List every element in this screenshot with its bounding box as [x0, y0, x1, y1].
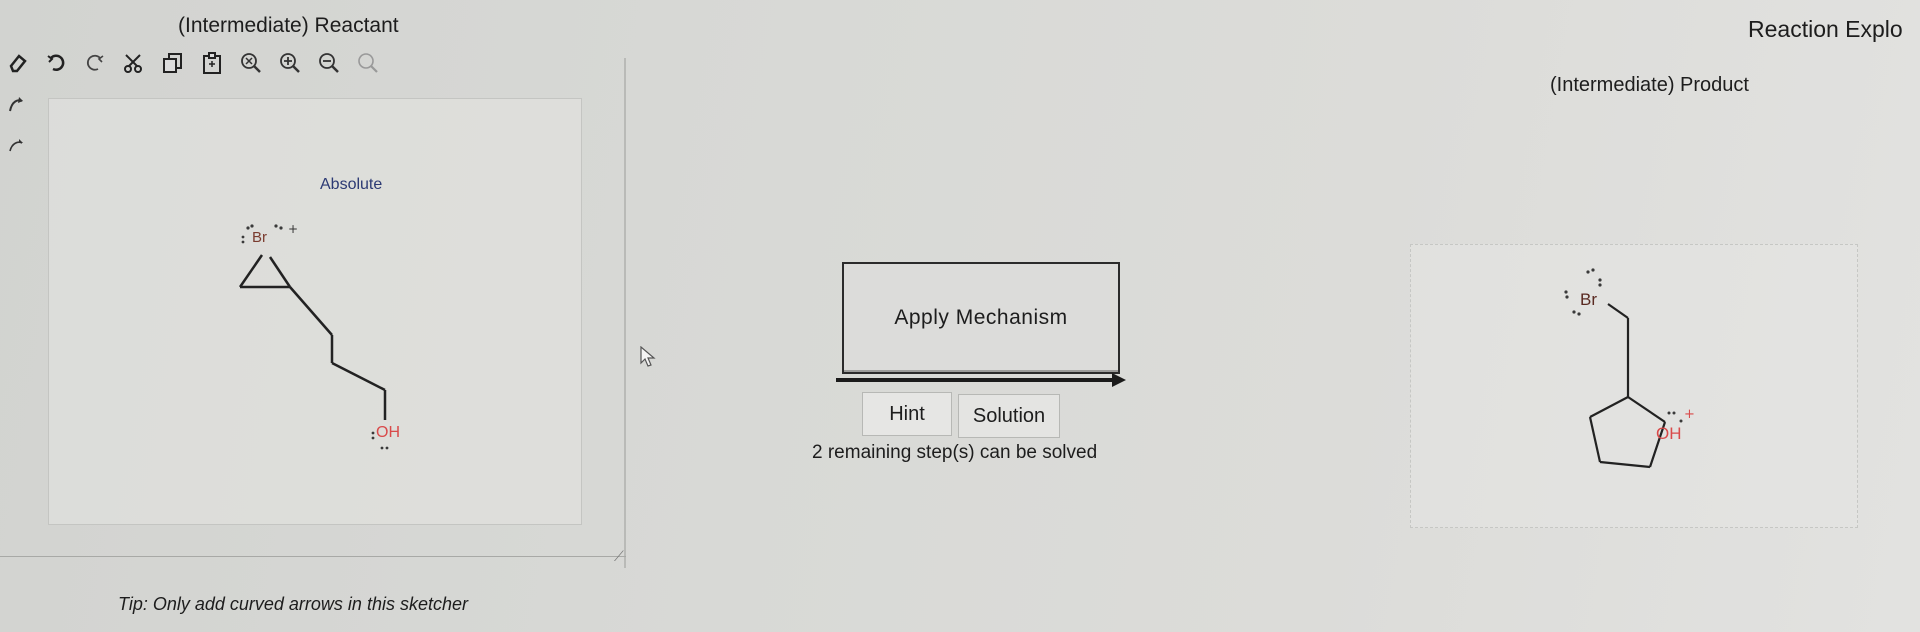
resize-handle-icon[interactable]: ⟋ — [614, 548, 624, 565]
reaction-arrow — [836, 378, 1118, 382]
sketcher-divider — [0, 556, 626, 557]
sketcher-toolbar — [0, 46, 381, 80]
reaction-explorer-title: Reaction Explo — [1748, 16, 1903, 42]
redo-icon[interactable] — [82, 50, 108, 76]
remaining-steps-text: 2 remaining step(s) can be solved — [812, 442, 1098, 463]
curved-arrow-full-icon[interactable] — [4, 84, 30, 124]
product-hydroxyl-atom[interactable]: OH — [1656, 424, 1682, 444]
svg-text:+: + — [1684, 407, 1695, 422]
stereo-label: Absolute — [320, 176, 383, 193]
product-title: (Intermediate) Product — [1550, 74, 1749, 96]
zoom-in-icon[interactable] — [277, 50, 303, 76]
svg-text:+: + — [288, 222, 298, 236]
undo-icon[interactable] — [43, 50, 69, 76]
hint-button[interactable]: Hint — [862, 392, 952, 436]
reactant-molecule[interactable]: + — [220, 215, 420, 455]
solution-label: Solution — [972, 404, 1046, 427]
copy-icon[interactable] — [160, 50, 186, 76]
hint-label: Hint — [889, 402, 925, 425]
curved-arrow-half-icon[interactable] — [4, 124, 30, 164]
product-bromine-atom[interactable]: Br — [1580, 290, 1597, 310]
zoom-out-icon[interactable] — [316, 50, 342, 76]
sketcher-tip: Tip: Only add curved arrows in this sket… — [118, 594, 468, 614]
side-toolbar — [4, 84, 30, 164]
solution-button[interactable]: Solution — [958, 394, 1060, 438]
paste-icon[interactable] — [199, 50, 225, 76]
reaction-arrow-head-icon — [1112, 373, 1126, 387]
eraser-icon[interactable] — [4, 50, 30, 76]
zoom-fit-icon[interactable] — [355, 50, 381, 76]
bromine-atom[interactable]: Br — [252, 229, 267, 246]
hydroxyl-atom[interactable]: OH — [376, 424, 400, 442]
reactant-title: (Intermediate) Reactant — [178, 14, 399, 37]
apply-mechanism-button[interactable]: Apply Mechanism — [842, 262, 1120, 374]
zoom-clear-icon[interactable] — [238, 50, 264, 76]
mouse-cursor-icon — [640, 346, 656, 367]
apply-mechanism-label: Apply Mechanism — [894, 306, 1068, 329]
cut-icon[interactable] — [121, 50, 147, 76]
